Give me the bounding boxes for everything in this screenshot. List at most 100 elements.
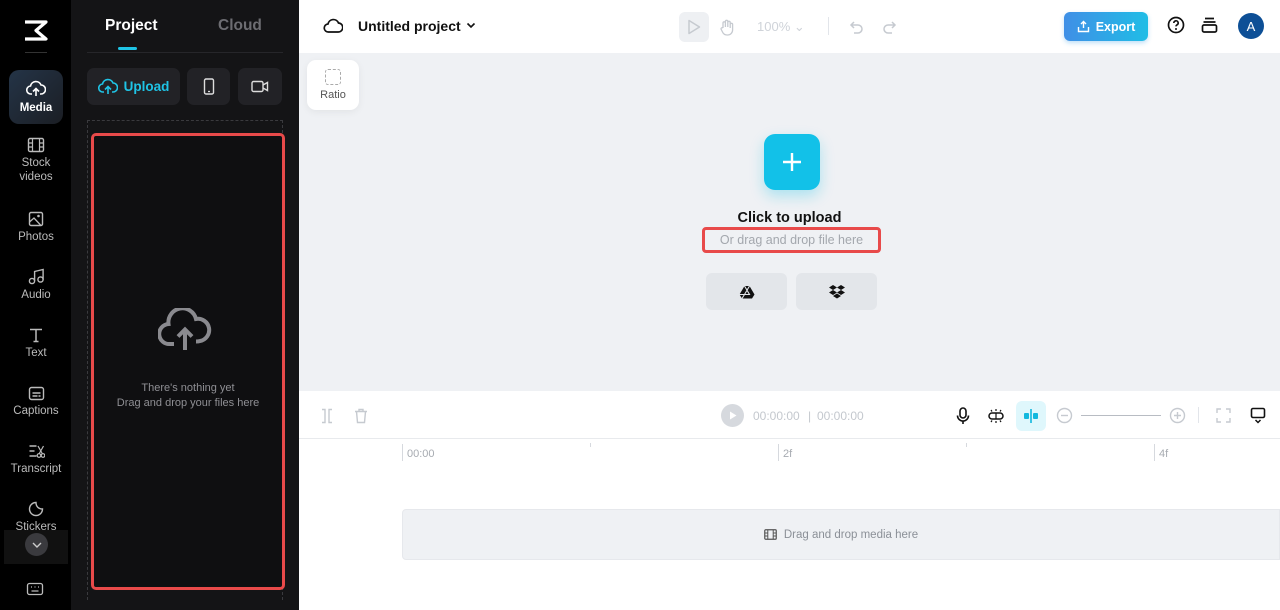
ruler-tick: [590, 443, 591, 447]
keyboard-shortcuts-button[interactable]: [26, 582, 44, 601]
google-drive-icon: [739, 285, 754, 299]
rail-more-overlay: [4, 530, 68, 564]
ruler-tick: [778, 444, 779, 461]
app: Media Stock videos Photos Audio Text Cap…: [0, 0, 1280, 610]
cloud-icon: [323, 18, 343, 33]
file-drop-zone[interactable]: There's nothing yet Drag and drop your f…: [91, 133, 285, 590]
undo-button[interactable]: [841, 12, 871, 42]
play-button[interactable]: [721, 404, 744, 427]
transcript-icon: [29, 445, 45, 458]
rail-item-label: Media: [19, 102, 53, 114]
film-icon: [27, 137, 45, 153]
rail-item-media[interactable]: Media: [9, 70, 63, 124]
microphone-icon[interactable]: [956, 407, 970, 425]
zoom-level-value: 100%: [757, 19, 791, 34]
ratio-button[interactable]: Ratio: [307, 60, 359, 110]
top-bar: Untitled project 100% ⌄ Export A: [299, 0, 1280, 53]
help-icon[interactable]: [1167, 16, 1185, 34]
share-icon: [1077, 20, 1089, 33]
toolbar-divider: [1198, 407, 1199, 423]
ruler-tick: [1154, 444, 1155, 461]
rail-item-photos[interactable]: Photos: [9, 211, 63, 244]
empty-hint: Drag and drop your files here: [116, 397, 260, 409]
display-settings-icon[interactable]: [1250, 407, 1266, 424]
chevron-down-icon[interactable]: [465, 19, 477, 31]
upload-button[interactable]: Upload: [87, 68, 180, 105]
export-button[interactable]: Export: [1064, 12, 1148, 41]
ruler-tick: [402, 444, 403, 461]
music-note-icon: [28, 268, 44, 285]
hand-tool-button[interactable]: [712, 12, 742, 42]
play-icon: [729, 411, 736, 420]
rail-item-transcript[interactable]: Transcript: [9, 443, 63, 476]
add-media-button[interactable]: [764, 134, 820, 190]
active-tab-indicator: [118, 47, 137, 50]
sticker-icon: [28, 501, 44, 517]
select-tool-button[interactable]: [679, 12, 709, 42]
empty-title: There's nothing yet: [141, 382, 235, 394]
film-icon: [764, 529, 777, 540]
split-clip-icon[interactable]: [320, 408, 334, 424]
media-panel: Project Cloud Upload There's nothing yet…: [71, 0, 299, 610]
link-icon[interactable]: [987, 408, 1005, 424]
chevron-down-icon: ⌄: [793, 19, 805, 34]
image-icon: [28, 211, 44, 227]
captions-icon: [28, 386, 44, 401]
user-avatar[interactable]: A: [1238, 13, 1264, 39]
text-icon: [30, 328, 42, 343]
snap-toggle-button[interactable]: [1016, 401, 1046, 431]
export-label: Export: [1095, 19, 1136, 34]
ruler-tick: [966, 443, 967, 447]
zoom-level-dropdown[interactable]: 100% ⌄: [757, 19, 805, 35]
rail-item-stock-videos[interactable]: Stock videos: [9, 137, 63, 184]
rail-item-label: Transcript: [10, 463, 62, 475]
phone-icon: [203, 78, 214, 95]
fullscreen-icon[interactable]: [1216, 408, 1231, 423]
dropbox-button[interactable]: [796, 273, 877, 310]
phone-upload-button[interactable]: [187, 68, 230, 105]
rail-item-audio[interactable]: Audio: [9, 268, 63, 302]
left-rail: Media Stock videos Photos Audio Text Cap…: [0, 0, 71, 610]
zoom-in-icon[interactable]: [1169, 407, 1186, 424]
delete-icon[interactable]: [354, 408, 368, 424]
project-title[interactable]: Untitled project: [358, 18, 461, 34]
rail-item-captions[interactable]: Captions: [9, 386, 63, 418]
keyboard-icon: [26, 582, 44, 596]
timeline-zoom-slider[interactable]: [1081, 415, 1161, 416]
rail-item-label: Captions: [13, 405, 59, 417]
drag-drop-hint: Or drag and drop file here: [702, 227, 881, 253]
time-separator: |: [808, 409, 812, 423]
media-drop-track[interactable]: Drag and drop media here: [402, 509, 1280, 560]
toolbar-divider: [828, 17, 829, 35]
redo-icon: [882, 20, 896, 34]
record-button[interactable]: [238, 68, 282, 105]
rail-item-text[interactable]: Text: [9, 327, 63, 360]
ruler-label: 00:00: [407, 448, 435, 460]
cloud-upload-icon: [97, 78, 118, 94]
redo-button[interactable]: [874, 12, 904, 42]
rail-item-label: Stock videos: [19, 157, 53, 183]
snap-icon: [1024, 409, 1038, 423]
undo-icon: [849, 20, 863, 34]
cursor-icon: [688, 19, 701, 35]
plus-icon: [783, 153, 801, 171]
click-to-upload-label[interactable]: Click to upload: [299, 210, 1280, 226]
cloud-upload-icon: [26, 80, 46, 96]
ruler-label: 2f: [783, 448, 793, 460]
media-drop-hint: Drag and drop media here: [783, 528, 919, 541]
zoom-out-icon[interactable]: [1056, 407, 1073, 424]
layers-icon[interactable]: [1201, 16, 1218, 34]
aspect-ratio-icon: [325, 69, 341, 85]
rail-item-label: Audio: [21, 289, 51, 301]
dropbox-icon: [828, 285, 845, 299]
total-time: 00:00:00: [817, 409, 864, 423]
tab-project[interactable]: Project: [105, 17, 158, 35]
tab-cloud[interactable]: Cloud: [218, 17, 262, 35]
preview-canvas: Ratio Click to upload Or drag and drop f…: [299, 53, 1280, 391]
google-drive-button[interactable]: [706, 273, 787, 310]
cloud-upload-icon: [158, 308, 212, 350]
rail-item-label: Photos: [18, 231, 54, 243]
current-time: 00:00:00: [753, 409, 800, 423]
video-camera-icon: [251, 80, 269, 93]
show-more-button[interactable]: [25, 533, 48, 556]
